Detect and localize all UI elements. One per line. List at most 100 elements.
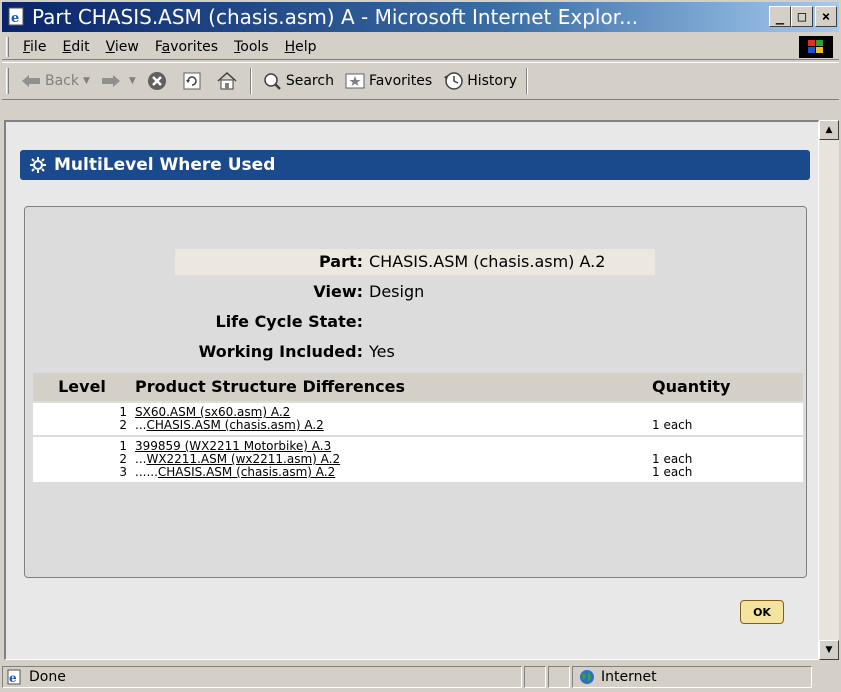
row-level: 1 xyxy=(119,439,127,453)
svg-text:e: e xyxy=(11,11,19,26)
row-level: 3 xyxy=(119,465,127,479)
header-level: Level xyxy=(33,373,131,401)
search-label: Search xyxy=(285,73,334,89)
scroll-down-icon[interactable]: ▼ xyxy=(819,640,839,660)
history-clock-icon xyxy=(442,70,464,92)
refresh-button[interactable] xyxy=(176,66,211,96)
part-link[interactable]: WX2211.ASM (wx2211.asm) A.2 xyxy=(146,452,340,466)
row-quantity: 1 each xyxy=(652,465,693,479)
toolbar: Back ▼ ▼ Search Favorites History xyxy=(2,62,839,100)
vertical-scrollbar[interactable]: ▲ ▼ xyxy=(819,120,839,660)
attributes-table: Part: CHASIS.ASM (chasis.asm) A.2 View: … xyxy=(175,247,655,367)
minimize-button[interactable]: _ xyxy=(769,6,791,27)
internet-globe-icon xyxy=(579,669,595,685)
lifecycle-value xyxy=(365,309,655,335)
attr-row-working: Working Included: Yes xyxy=(175,337,655,367)
gear-icon xyxy=(28,155,48,175)
status-text-cell: e Done xyxy=(2,666,522,688)
row-level: 2 xyxy=(119,452,127,466)
search-button[interactable]: Search xyxy=(256,66,339,96)
window-title: Part CHASIS.ASM (chasis.asm) A - Microso… xyxy=(32,5,639,29)
header-quantity: Quantity xyxy=(648,373,803,401)
indent-dots: ... xyxy=(135,418,147,432)
windows-logo-icon xyxy=(799,36,833,58)
home-button[interactable] xyxy=(211,66,246,96)
status-cell-empty xyxy=(548,666,570,688)
forward-button[interactable]: ▼ xyxy=(95,66,141,96)
where-used-panel: Part: CHASIS.ASM (chasis.asm) A.2 View: … xyxy=(24,206,807,578)
forward-arrow-icon xyxy=(100,70,122,92)
menu-edit[interactable]: Edit xyxy=(54,39,97,55)
home-icon xyxy=(216,70,238,92)
part-link[interactable]: CHASIS.ASM (chasis.asm) A.2 xyxy=(158,465,335,479)
part-link[interactable]: 399859 (WX2211 Motorbike) A.3 xyxy=(135,439,331,453)
attr-row-view: View: Design xyxy=(175,277,655,307)
attr-row-part: Part: CHASIS.ASM (chasis.asm) A.2 xyxy=(175,247,655,277)
menu-bar: File Edit View Favorites Tools Help xyxy=(2,34,839,60)
table-row: 2 ...CHASIS.ASM (chasis.asm) A.2 1 each xyxy=(33,419,803,432)
table-row-group: 1 399859 (WX2211 Motorbike) A.3 2 ...WX2… xyxy=(33,437,803,482)
part-value: CHASIS.ASM (chasis.asm) A.2 xyxy=(365,249,655,275)
view-value: Design xyxy=(369,282,425,301)
ok-button[interactable]: OK xyxy=(740,600,784,624)
back-dropdown-icon[interactable]: ▼ xyxy=(83,76,90,86)
back-button[interactable]: Back ▼ xyxy=(15,66,95,96)
row-structure: ......CHASIS.ASM (chasis.asm) A.2 xyxy=(131,466,648,479)
menu-tools[interactable]: Tools xyxy=(226,39,277,55)
part-label: Part: xyxy=(175,249,365,275)
refresh-icon xyxy=(181,70,203,92)
part-link[interactable]: SX60.ASM (sx60.asm) A.2 xyxy=(135,405,290,419)
table-row-group: 1 SX60.ASM (sx60.asm) A.2 2 ...CHASIS.AS… xyxy=(33,403,803,435)
row-structure: ...CHASIS.ASM (chasis.asm) A.2 xyxy=(131,419,648,432)
row-level: 1 xyxy=(119,405,127,419)
indent-dots: ... xyxy=(135,452,147,466)
menu-help[interactable]: Help xyxy=(277,39,325,55)
menu-view[interactable]: View xyxy=(98,39,147,55)
page-content: MultiLevel Where Used Part: CHASIS.ASM (… xyxy=(4,120,819,660)
toolbar-separator-end xyxy=(526,68,529,94)
status-text: Done xyxy=(29,669,66,685)
zone-text: Internet xyxy=(601,669,657,685)
status-cell-empty xyxy=(524,666,546,688)
row-quantity: 1 each xyxy=(652,418,693,432)
stop-button[interactable] xyxy=(141,66,176,96)
indent-dots: ...... xyxy=(135,465,158,479)
back-label: Back xyxy=(45,73,79,89)
table-row: 3 ......CHASIS.ASM (chasis.asm) A.2 1 ea… xyxy=(33,466,803,479)
page-done-icon: e xyxy=(7,669,23,685)
svg-text:e: e xyxy=(9,671,17,685)
forward-dropdown-icon[interactable]: ▼ xyxy=(129,76,136,86)
working-label: Working Included: xyxy=(198,342,363,361)
lifecycle-label: Life Cycle State: xyxy=(215,312,364,331)
favorites-button[interactable]: Favorites xyxy=(339,66,437,96)
title-bar[interactable]: e Part CHASIS.ASM (chasis.asm) A - Micro… xyxy=(2,2,839,32)
stop-icon xyxy=(146,70,168,92)
zone-cell: Internet xyxy=(572,666,812,688)
header-differences: Product Structure Differences xyxy=(131,373,648,401)
menu-grip[interactable] xyxy=(6,36,9,57)
page-title: MultiLevel Where Used xyxy=(54,155,276,175)
part-link[interactable]: CHASIS.ASM (chasis.asm) A.2 xyxy=(146,418,323,432)
attr-row-lifecycle: Life Cycle State: xyxy=(175,307,655,337)
browser-window: e Part CHASIS.ASM (chasis.asm) A - Micro… xyxy=(0,0,841,692)
menu-file[interactable]: File xyxy=(15,39,54,55)
where-used-table: Level Product Structure Differences Quan… xyxy=(33,373,803,482)
view-label: View: xyxy=(313,282,363,301)
back-arrow-icon xyxy=(20,70,42,92)
row-level: 2 xyxy=(119,418,127,432)
maximize-button[interactable]: □ xyxy=(791,6,813,27)
menu-favorites[interactable]: Favorites xyxy=(147,39,226,55)
favorites-star-icon xyxy=(344,70,366,92)
history-button[interactable]: History xyxy=(437,66,522,96)
toolbar-separator xyxy=(249,68,252,94)
scroll-up-icon[interactable]: ▲ xyxy=(819,120,839,140)
working-value: Yes xyxy=(369,342,395,361)
toolbar-grip[interactable] xyxy=(6,68,9,94)
favorites-label: Favorites xyxy=(368,73,433,89)
close-button[interactable]: × xyxy=(815,6,837,27)
status-bar: e Done Internet xyxy=(2,664,839,690)
table-header: Level Product Structure Differences Quan… xyxy=(33,373,803,401)
ie-page-icon: e xyxy=(6,6,28,28)
section-header: MultiLevel Where Used xyxy=(20,150,810,180)
search-globe-icon xyxy=(261,70,283,92)
